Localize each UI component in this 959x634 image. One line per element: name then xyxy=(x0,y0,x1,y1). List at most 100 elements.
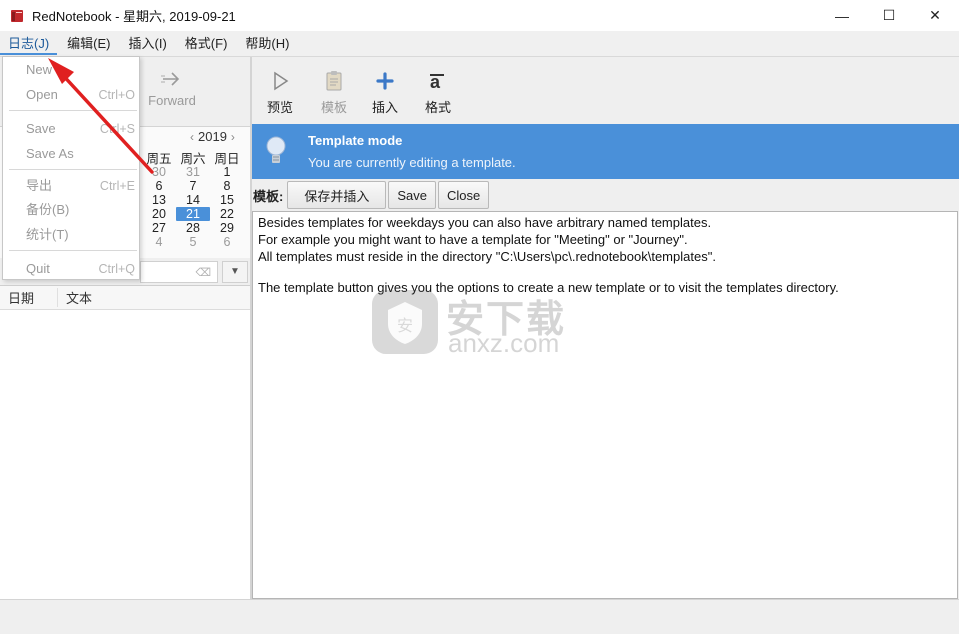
save-button[interactable]: Save xyxy=(388,181,436,209)
entries-list[interactable] xyxy=(0,310,251,599)
year-next-icon[interactable]: › xyxy=(231,130,235,144)
window-title: RedNotebook - 星期六, 2019-09-21 xyxy=(32,9,236,24)
menu-item-save-as[interactable]: Save As xyxy=(3,143,139,165)
menu-item-label: Quit xyxy=(26,261,50,276)
calendar-week-row: 30 31 1 xyxy=(142,165,247,179)
menu-journal[interactable]: 日志(J) xyxy=(0,33,58,55)
forward-arrow-icon xyxy=(161,72,180,86)
clipboard-icon xyxy=(326,71,342,91)
calendar-day[interactable]: 27 xyxy=(142,221,176,235)
menu-item-statistics[interactable]: 统计(T) xyxy=(3,224,139,246)
calendar-week-row: 4 5 6 xyxy=(142,235,247,249)
minimize-button[interactable]: — xyxy=(819,0,865,31)
menu-item-shortcut: Ctrl+S xyxy=(99,122,135,136)
format-button[interactable]: a 格式 xyxy=(413,69,463,116)
menu-item-shortcut: Ctrl+Q xyxy=(98,262,135,276)
editor-toolbar: 预览 模板 插入 a 格式 xyxy=(252,57,959,124)
insert-label: 插入 xyxy=(371,100,398,115)
infobar-title: Template mode xyxy=(308,133,403,148)
calendar-day[interactable]: 4 xyxy=(142,235,176,249)
menu-item-label: 统计(T) xyxy=(26,227,69,242)
template-action-bar: 模板: 保存并插入 Save Close xyxy=(252,179,959,211)
menu-item-label: New xyxy=(26,62,53,77)
calendar-day[interactable]: 15 xyxy=(210,193,244,207)
calendar-day[interactable]: 7 xyxy=(176,179,210,193)
journal-menu-dropdown: New Open Ctrl+O Save Ctrl+S Save As 导出 C… xyxy=(2,56,140,280)
year-prev-icon[interactable]: ‹ xyxy=(190,130,194,144)
calendar-day[interactable]: 30 xyxy=(142,165,176,179)
calendar-day[interactable]: 22 xyxy=(210,207,244,221)
insert-button[interactable]: 插入 xyxy=(360,69,410,116)
preview-button[interactable]: 预览 xyxy=(255,69,305,116)
clear-search-icon[interactable]: ⌫ xyxy=(195,266,211,279)
play-icon xyxy=(274,71,289,91)
menu-format[interactable]: 格式(F) xyxy=(177,33,236,55)
menu-help[interactable]: 帮助(H) xyxy=(237,33,297,55)
menu-item-shortcut: Ctrl+E xyxy=(99,179,135,193)
template-label: 模板 xyxy=(320,100,347,115)
calendar-week-row: 20 21 22 xyxy=(142,207,247,221)
watermark: 安 安下载 anxz.com xyxy=(370,288,600,358)
calendar-day[interactable]: 20 xyxy=(142,207,176,221)
forward-button[interactable]: Forward xyxy=(142,67,202,119)
calendar-day[interactable]: 6 xyxy=(142,179,176,193)
template-button[interactable]: 模板 xyxy=(309,69,359,116)
calendar-grid: 周五 周六 周日 30 31 1 6 7 8 13 14 15 20 21 22… xyxy=(142,151,247,249)
calendar-year-selector[interactable]: ‹ 2019 › xyxy=(190,129,235,144)
status-bar xyxy=(0,599,959,634)
editor-line: All templates must reside in the directo… xyxy=(258,249,716,264)
menu-item-quit[interactable]: Quit Ctrl+Q xyxy=(3,258,139,280)
close-window-button[interactable]: ✕ xyxy=(912,0,958,31)
menu-item-shortcut: Ctrl+O xyxy=(98,88,135,102)
editor-line: For example you might want to have a tem… xyxy=(258,232,688,247)
entries-list-header: 日期 文本 xyxy=(0,286,251,310)
maximize-button[interactable]: ☐ xyxy=(866,0,912,31)
menu-insert[interactable]: 插入(I) xyxy=(121,33,175,55)
calendar-day[interactable]: 5 xyxy=(176,235,210,249)
search-dropdown-button[interactable]: ▼ xyxy=(222,261,248,283)
template-editor[interactable]: Besides templates for weekdays you can a… xyxy=(252,211,958,599)
lightbulb-icon xyxy=(266,136,286,163)
menu-item-label: Save xyxy=(26,121,56,136)
save-and-insert-button[interactable]: 保存并插入 xyxy=(287,181,387,209)
editor-line: The template button gives you the option… xyxy=(258,280,839,295)
calendar-day[interactable]: 1 xyxy=(210,165,244,179)
calendar-weekday-row: 周五 周六 周日 xyxy=(142,151,247,166)
menu-separator xyxy=(9,169,137,170)
calendar-day[interactable]: 13 xyxy=(142,193,176,207)
close-template-button[interactable]: Close xyxy=(438,181,490,209)
menu-item-label: 备份(B) xyxy=(26,202,70,217)
calendar-day[interactable]: 29 xyxy=(210,221,244,235)
menu-item-export[interactable]: 导出 Ctrl+E xyxy=(3,175,139,197)
menu-item-label: 导出 xyxy=(26,178,53,193)
calendar-day[interactable]: 31 xyxy=(176,165,210,179)
app-window: RedNotebook - 星期六, 2019-09-21 — ☐ ✕ 日志(J… xyxy=(0,0,959,634)
calendar-day[interactable]: 8 xyxy=(210,179,244,193)
calendar-week-row: 6 7 8 xyxy=(142,179,247,193)
menu-bar: 日志(J) 编辑(E) 插入(I) 格式(F) 帮助(H) xyxy=(0,31,959,57)
menu-item-save[interactable]: Save Ctrl+S xyxy=(3,118,139,140)
search-input[interactable]: ⌫ xyxy=(140,261,218,283)
title-bar: RedNotebook - 星期六, 2019-09-21 — ☐ ✕ xyxy=(0,0,959,31)
svg-text:安: 安 xyxy=(397,316,413,335)
menu-separator xyxy=(9,110,137,111)
menu-edit[interactable]: 编辑(E) xyxy=(59,33,118,55)
calendar-day[interactable]: 28 xyxy=(176,221,210,235)
calendar-day[interactable]: 6 xyxy=(210,235,244,249)
preview-label: 预览 xyxy=(266,100,293,115)
calendar-day-selected[interactable]: 21 xyxy=(176,207,210,221)
infobar-message: You are currently editing a template. xyxy=(308,155,516,170)
template-label: 模板: xyxy=(253,188,284,204)
column-header-text[interactable]: 文本 xyxy=(58,288,92,307)
menu-item-new[interactable]: New xyxy=(3,59,139,81)
menu-item-backup[interactable]: 备份(B) xyxy=(3,199,139,221)
calendar-day[interactable]: 14 xyxy=(176,193,210,207)
format-label: 格式 xyxy=(424,100,451,115)
calendar-year: 2019 xyxy=(198,129,227,144)
shield-icon: 安 xyxy=(372,290,438,354)
right-pane: 预览 模板 插入 a 格式 Template mode You are curr… xyxy=(252,57,959,599)
column-header-date[interactable]: 日期 xyxy=(0,288,58,307)
menu-item-open[interactable]: Open Ctrl+O xyxy=(3,84,139,106)
plus-icon xyxy=(376,72,394,90)
menu-item-label: Open xyxy=(26,87,58,102)
